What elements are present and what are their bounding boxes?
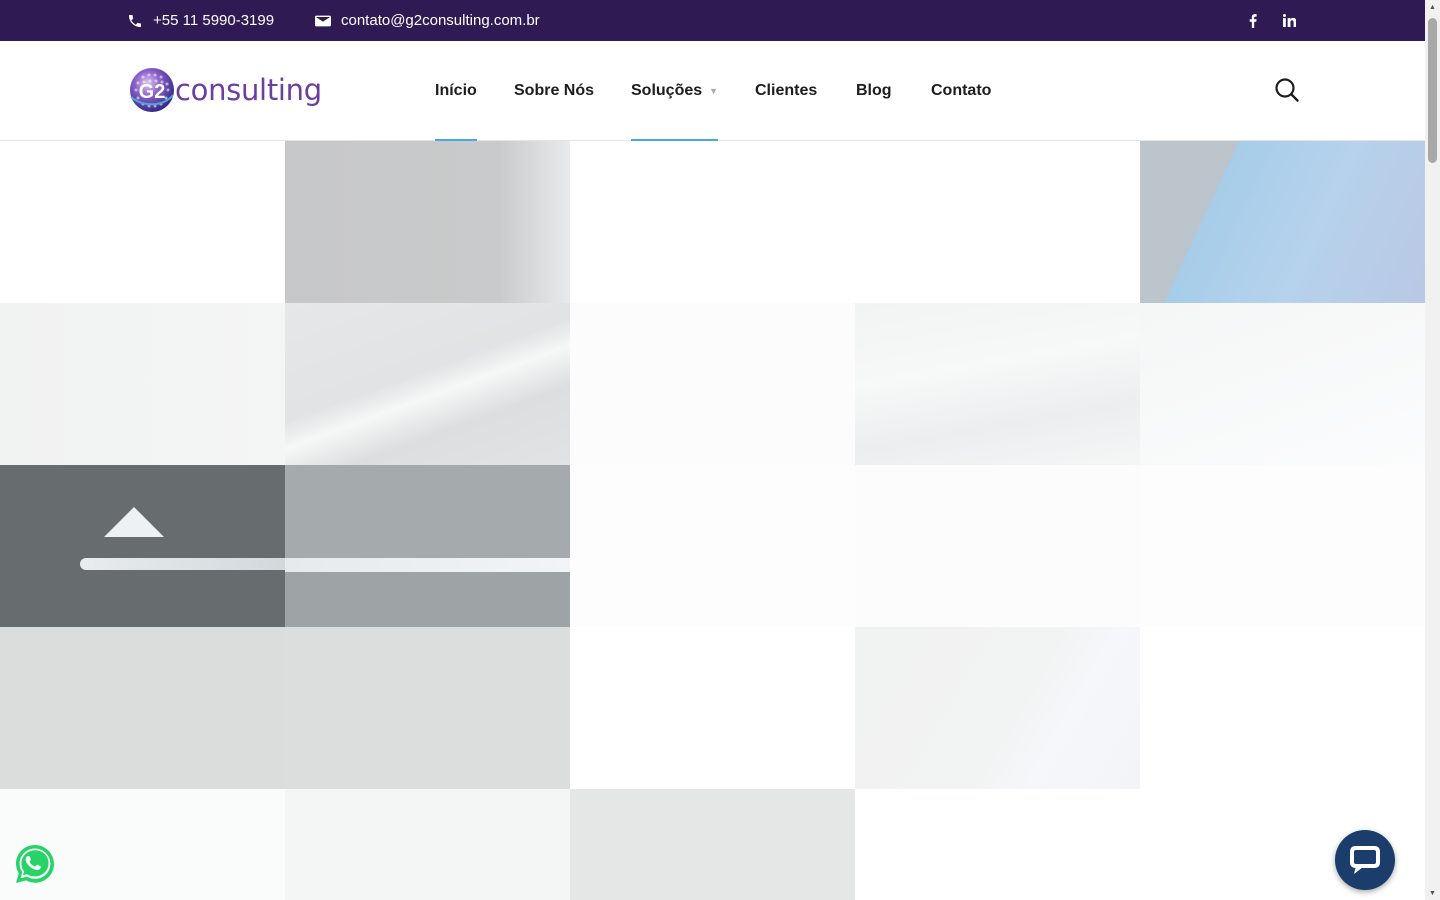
slide-tile xyxy=(570,465,855,627)
facebook-link[interactable] xyxy=(1243,0,1263,41)
slide-tile xyxy=(855,627,1140,789)
nav-solucoes[interactable]: Soluções ▼ xyxy=(631,41,719,142)
slide-tile xyxy=(0,141,285,303)
whatsapp-icon xyxy=(16,845,54,883)
nav-label: Blog xyxy=(856,82,892,99)
page-scrollbar[interactable]: ▲ ▼ xyxy=(1425,0,1440,900)
email-link[interactable]: contato@g2consulting.com.br xyxy=(315,0,540,41)
chat-widget-button[interactable] xyxy=(1335,830,1395,890)
facebook-icon xyxy=(1249,13,1257,28)
slide-tile xyxy=(285,465,570,627)
page: +55 11 5990-3199 contato@g2consulting.co… xyxy=(0,0,1440,900)
nav-blog[interactable]: Blog xyxy=(856,41,892,141)
nav-sobre-nos[interactable]: Sobre Nós xyxy=(514,41,594,141)
nav-clientes[interactable]: Clientes xyxy=(755,41,817,141)
logo-wordmark: consulting xyxy=(175,73,322,107)
scroll-down-arrow-icon[interactable]: ▼ xyxy=(1428,888,1437,898)
linkedin-link[interactable] xyxy=(1279,0,1299,41)
slide-tile xyxy=(570,141,855,303)
nav-label: Sobre Nós xyxy=(514,82,595,99)
chat-bubble-icon xyxy=(1350,846,1380,874)
slide-tile xyxy=(0,465,285,627)
slide-tile xyxy=(855,141,1140,303)
slide-tile xyxy=(1140,141,1425,303)
slide-tile xyxy=(285,627,570,789)
hero-slideshow xyxy=(0,141,1425,900)
phone-number: +55 11 5990-3199 xyxy=(153,12,275,29)
slide-tile xyxy=(285,141,570,303)
linkedin-icon xyxy=(1282,14,1296,27)
slide-tile xyxy=(285,789,570,900)
slide-tile xyxy=(0,627,285,789)
site-logo[interactable]: G2 consulting xyxy=(129,67,322,115)
phone-icon xyxy=(129,14,141,27)
slide-tile xyxy=(855,789,1140,900)
phone-link[interactable]: +55 11 5990-3199 xyxy=(127,0,274,41)
email-address: contato@g2consulting.com.br xyxy=(341,12,540,29)
slide-tile xyxy=(570,627,855,789)
slide-tile xyxy=(1140,627,1425,789)
scroll-thumb[interactable] xyxy=(1428,18,1437,163)
logo-mark: G2 xyxy=(139,81,166,103)
slide-tile xyxy=(855,303,1140,465)
nav-label: Soluções xyxy=(631,82,703,99)
search-button[interactable] xyxy=(1274,77,1300,103)
nav-contato[interactable]: Contato xyxy=(931,41,991,141)
search-icon xyxy=(1275,78,1299,102)
slide-tile xyxy=(1140,303,1425,465)
nav-label: Contato xyxy=(931,82,992,99)
globe-logo-icon: G2 xyxy=(130,68,174,112)
nav-inicio[interactable]: Início xyxy=(435,41,477,142)
slide-tile xyxy=(570,303,855,465)
whatsapp-button[interactable] xyxy=(14,843,56,885)
nav-label: Início xyxy=(435,82,477,99)
slide-tile xyxy=(855,465,1140,627)
top-contact-bar: +55 11 5990-3199 contato@g2consulting.co… xyxy=(0,0,1425,41)
slide-tile xyxy=(1140,465,1425,627)
slide-tile xyxy=(0,303,285,465)
slide-tile xyxy=(570,789,855,900)
nav-label: Clientes xyxy=(755,82,818,99)
envelope-icon xyxy=(315,15,331,26)
caret-down-icon: ▼ xyxy=(709,86,719,96)
scroll-up-arrow-icon[interactable]: ▲ xyxy=(1428,2,1437,12)
main-header: G2 consulting Início Sobre Nós Soluções … xyxy=(0,41,1425,142)
slide-tile xyxy=(285,303,570,465)
